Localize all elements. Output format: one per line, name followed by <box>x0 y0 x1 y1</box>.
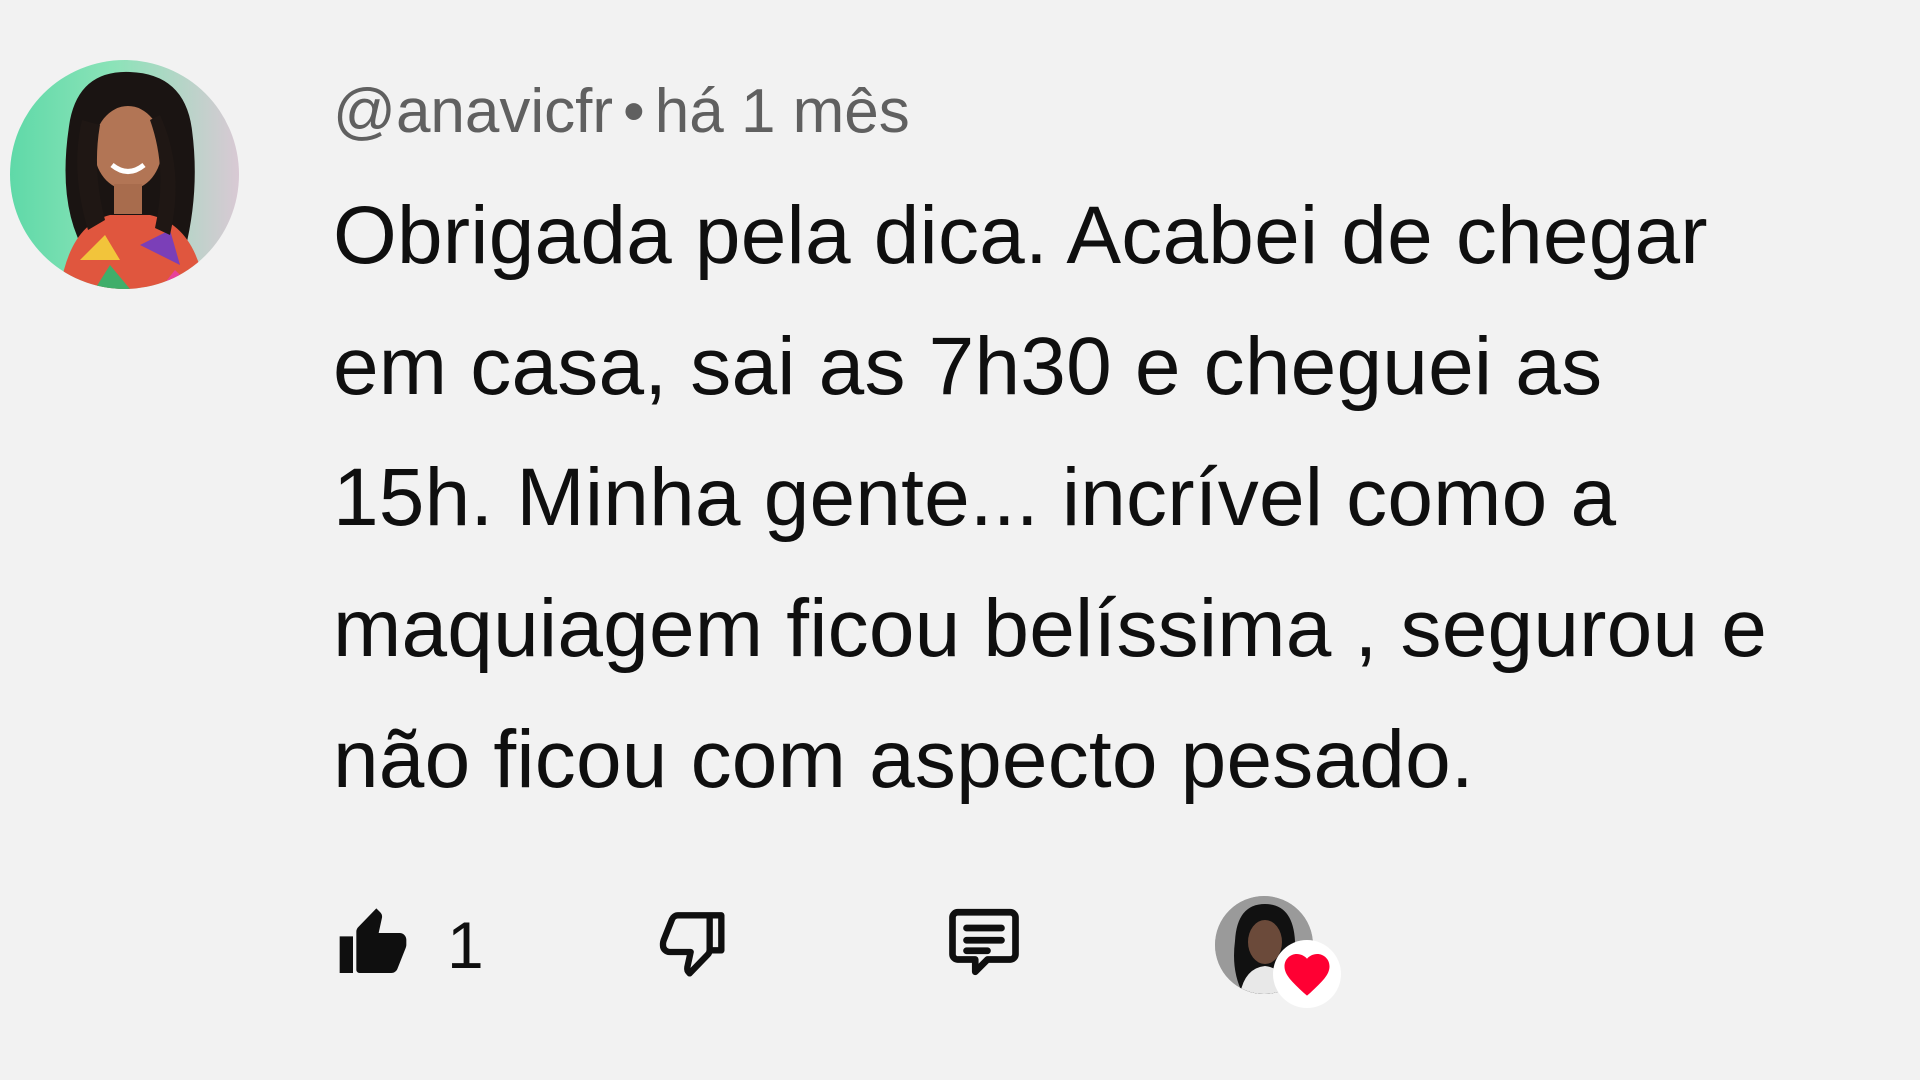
comment-bubble-icon <box>941 900 1027 989</box>
author-avatar[interactable] <box>10 60 239 289</box>
author-handle[interactable]: @anavicfr <box>333 77 613 146</box>
comment-action-bar: 1 <box>333 896 1893 1008</box>
comment-timestamp[interactable]: há 1 mês <box>655 77 910 146</box>
thumbs-down-outline-icon <box>653 900 733 989</box>
like-button[interactable]: 1 <box>333 900 484 990</box>
meta-separator: • <box>623 77 645 146</box>
thumbs-up-filled-icon <box>333 901 413 990</box>
author-avatar-image <box>60 71 205 289</box>
comment-meta: @anavicfr • há 1 mês <box>333 74 910 150</box>
comment-thread: @anavicfr • há 1 mês Obrigada pela dica. A… <box>0 0 1920 1080</box>
heart-badge <box>1273 940 1341 1008</box>
heart-icon <box>1280 947 1334 1002</box>
reply-button[interactable] <box>941 900 1027 989</box>
dislike-button[interactable] <box>653 900 733 989</box>
comment-text: Obrigada pela dica. Acabei de chegar em … <box>333 190 1768 805</box>
like-count: 1 <box>447 908 484 982</box>
